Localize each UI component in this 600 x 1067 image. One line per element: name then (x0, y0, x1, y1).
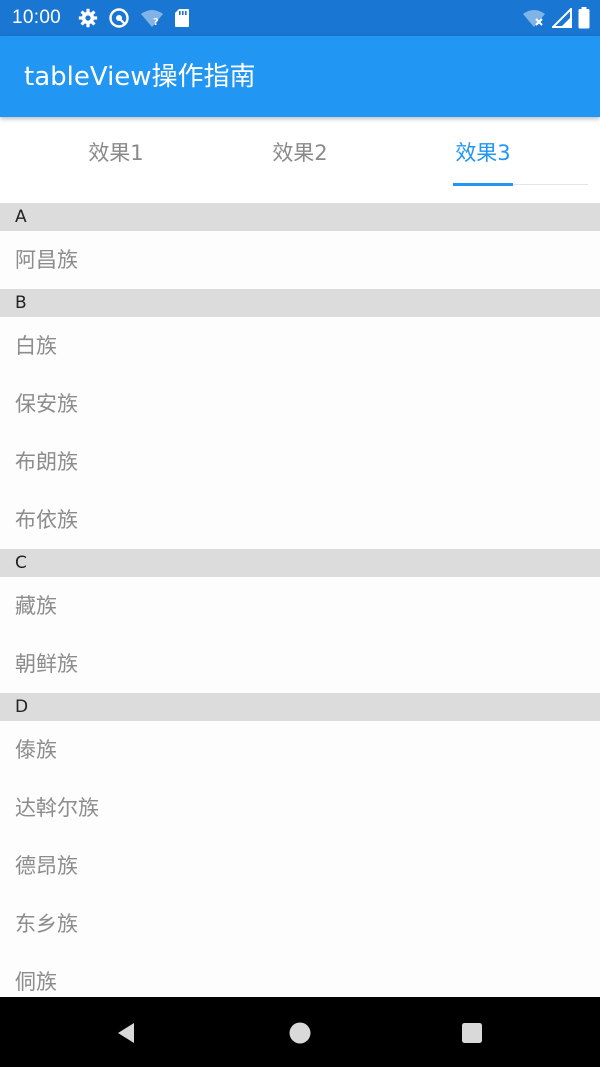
section-c: C 藏族 朝鲜族 (0, 549, 600, 693)
section-b: B 白族 保安族 布朗族 布依族 (0, 289, 600, 549)
list-item[interactable]: 藏族 (0, 577, 600, 635)
app-bar: tableView操作指南 (0, 36, 600, 117)
recents-icon[interactable] (456, 1017, 488, 1049)
status-time: 10:00 (12, 7, 62, 28)
tab-effect-1[interactable]: 效果1 (16, 117, 216, 187)
list-item[interactable]: 阿昌族 (0, 231, 600, 289)
list-item[interactable]: 朝鲜族 (0, 635, 600, 693)
list-item[interactable]: 布朗族 (0, 433, 600, 491)
list-item[interactable]: 傣族 (0, 721, 600, 779)
status-system-icons (522, 7, 590, 29)
section-header: B (0, 289, 600, 317)
section-header: C (0, 549, 600, 577)
vpn-key-icon (108, 7, 130, 29)
section-header: A (0, 203, 600, 231)
status-bar: 10:00 ? (0, 0, 600, 36)
grouped-list[interactable]: A 阿昌族 B 白族 保安族 布朗族 布依族 C 藏族 朝鲜族 D 傣族 达斡尔… (0, 203, 600, 997)
signal-icon (552, 8, 572, 28)
sd-card-icon (174, 8, 190, 28)
home-icon[interactable] (284, 1017, 316, 1049)
wifi-x-icon (522, 8, 546, 28)
tab-bar: 效果1 效果2 效果3 (0, 117, 600, 187)
list-item[interactable]: 德昂族 (0, 837, 600, 895)
section-a: A 阿昌族 (0, 203, 600, 289)
tab-effect-3[interactable]: 效果3 (383, 117, 583, 187)
section-d: D 傣族 达斡尔族 德昂族 东乡族 侗族 (0, 693, 600, 997)
back-icon[interactable] (110, 1017, 142, 1049)
list-item[interactable]: 白族 (0, 317, 600, 375)
list-item[interactable]: 布依族 (0, 491, 600, 549)
status-notification-icons: ? (78, 7, 190, 29)
battery-icon (578, 7, 590, 29)
tab-effect-2[interactable]: 效果2 (200, 117, 400, 187)
section-header: D (0, 693, 600, 721)
list-item[interactable]: 侗族 (0, 953, 600, 997)
app-screen: 10:00 ? tableView操作指南 效果1 效果2 效果3 A 阿昌族 … (0, 0, 600, 1067)
active-tab-indicator (453, 183, 513, 186)
list-item[interactable]: 达斡尔族 (0, 779, 600, 837)
svg-text:?: ? (153, 17, 159, 28)
gear-icon (78, 8, 98, 28)
page-title: tableView操作指南 (24, 62, 256, 92)
list-item[interactable]: 保安族 (0, 375, 600, 433)
list-item[interactable]: 东乡族 (0, 895, 600, 953)
wifi-question-icon: ? (140, 8, 164, 28)
tab-divider (513, 184, 588, 185)
navigation-bar (0, 997, 600, 1067)
